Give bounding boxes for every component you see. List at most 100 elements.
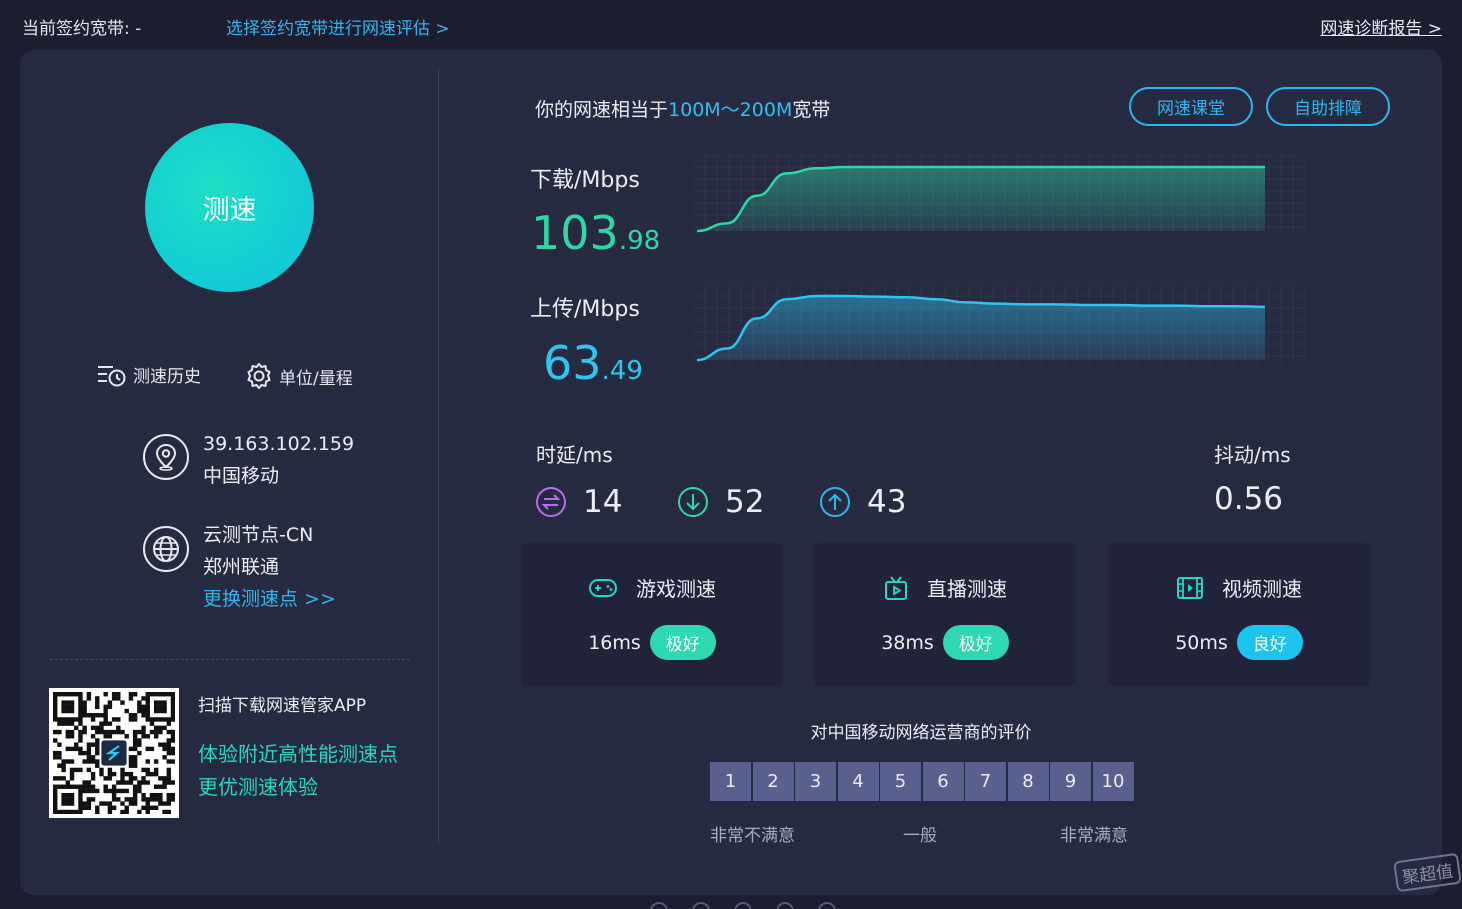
qr-module	[141, 805, 146, 810]
qr-module	[166, 759, 171, 764]
qr-module	[65, 797, 71, 802]
qr-module	[95, 750, 100, 756]
video-test-card[interactable]: 视频测速 50ms 良好	[1108, 543, 1370, 687]
pager-dot[interactable]	[650, 902, 668, 909]
game-test-card[interactable]: 游戏测速 16ms 极好	[521, 543, 783, 687]
rating-score-1[interactable]: 1	[710, 762, 751, 801]
qr-module	[103, 713, 108, 718]
latency-download: 52	[677, 484, 764, 520]
qr-module	[141, 776, 146, 781]
qr-module	[145, 759, 150, 764]
qr-module	[78, 696, 83, 701]
qr-module	[53, 788, 58, 794]
qr-module	[53, 750, 58, 756]
qr-module	[111, 784, 117, 789]
qr-module	[116, 780, 121, 785]
qr-module	[90, 755, 96, 760]
qr-module	[170, 750, 175, 756]
qr-module	[124, 797, 129, 802]
qr-module	[128, 801, 134, 806]
jitter-value: 0.56	[1214, 481, 1284, 517]
qr-module	[74, 742, 79, 747]
qr-module	[78, 805, 83, 810]
qr-module	[69, 792, 75, 798]
qr-module	[95, 763, 100, 768]
qr-module	[116, 788, 121, 794]
qr-module	[99, 801, 104, 806]
qr-module	[145, 696, 150, 701]
qr-module	[103, 704, 108, 710]
rating-score-10[interactable]: 10	[1092, 762, 1134, 801]
rating-score-4[interactable]: 4	[837, 762, 879, 801]
qr-module	[86, 784, 92, 789]
rating-low-label: 非常不满意	[710, 826, 795, 846]
qr-module	[149, 792, 155, 798]
qr-module	[137, 788, 142, 794]
pager-dot[interactable]	[776, 902, 794, 909]
qr-module	[90, 771, 96, 777]
speed-class-button[interactable]: 网速课堂	[1129, 87, 1253, 126]
qr-module	[153, 792, 159, 798]
qr-module	[145, 771, 150, 777]
video-card-badge: 良好	[1236, 625, 1303, 660]
qr-module	[90, 759, 96, 764]
latency-upload: 43	[819, 484, 906, 520]
qr-module	[69, 700, 75, 705]
qr-module	[57, 784, 62, 789]
tv-icon	[885, 575, 907, 600]
qr-module	[162, 742, 167, 747]
qr-module	[128, 763, 134, 768]
pager-dot[interactable]	[692, 902, 710, 909]
qr-module	[61, 784, 66, 789]
live-test-card[interactable]: 直播测速 38ms 极好	[814, 543, 1076, 687]
select-broadband-link[interactable]: 选择签约宽带进行网速评估 >	[226, 14, 450, 39]
unit-range-button[interactable]: 单位/量程	[245, 362, 353, 390]
history-button[interactable]: 测速历史	[97, 362, 201, 387]
pager-dot[interactable]	[818, 902, 836, 909]
qr-module	[69, 746, 75, 752]
qr-module	[111, 805, 117, 810]
change-node-link[interactable]: 更换测速点 >>	[203, 583, 336, 615]
qr-module	[82, 788, 87, 794]
self-troubleshoot-button[interactable]: 自助排障	[1266, 87, 1390, 126]
rating-score-7[interactable]: 7	[965, 762, 1006, 801]
qr-module	[137, 784, 142, 789]
game-card-badge: 极好	[649, 625, 716, 660]
qr-module	[124, 809, 129, 814]
live-card-head: 直播测速	[814, 573, 1076, 602]
rating-score-9[interactable]: 9	[1050, 762, 1091, 801]
rating-score-8[interactable]: 8	[1007, 762, 1049, 801]
latency-download-value: 52	[725, 484, 765, 520]
ip-address: 39.163.102.159	[203, 433, 355, 455]
qr-module	[162, 708, 167, 714]
rating-score-2[interactable]: 2	[752, 762, 794, 801]
qr-module	[120, 776, 125, 781]
qr-module	[120, 788, 125, 794]
upload-label: 上传/Mbps	[530, 297, 640, 322]
rating-score-6[interactable]: 6	[922, 762, 964, 801]
qr-module	[53, 696, 58, 701]
game-card-head: 游戏测速	[521, 573, 783, 602]
qr-module	[78, 700, 83, 705]
qr-module	[153, 797, 159, 802]
speed-report-link[interactable]: 网速诊断报告 >	[1320, 14, 1442, 39]
qr-module	[74, 692, 79, 697]
qr-module	[69, 767, 75, 773]
qr-module	[53, 784, 58, 789]
speed-equivalent: 你的网速相当于100M～200M宽带	[535, 95, 830, 122]
qr-module	[61, 797, 66, 802]
qr-module	[170, 759, 175, 764]
pager-dot[interactable]	[734, 902, 752, 909]
qr-module	[153, 784, 159, 789]
rating-score-3[interactable]: 3	[795, 762, 836, 801]
start-speed-test-button[interactable]: 测速	[145, 123, 314, 292]
app-download-title: 扫描下载网速管家APP	[198, 696, 367, 716]
qr-module	[158, 801, 163, 806]
qr-module	[86, 801, 92, 806]
qr-module	[166, 780, 171, 785]
qr-module	[61, 692, 66, 697]
qr-module	[86, 696, 92, 701]
qr-module	[107, 776, 113, 781]
rating-score-5[interactable]: 5	[880, 762, 921, 801]
qr-module	[170, 780, 175, 785]
